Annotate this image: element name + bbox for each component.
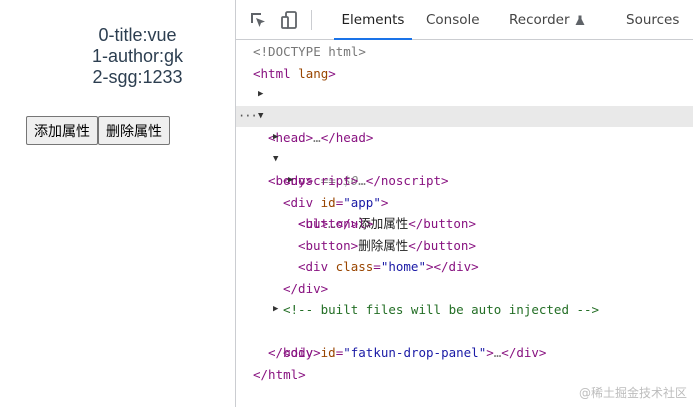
- tree-row-div-home[interactable]: <div class="home"></div>: [236, 235, 693, 274]
- add-property-button[interactable]: 添加属性: [26, 116, 98, 145]
- tab-console[interactable]: Console: [426, 0, 480, 40]
- property-list: 0-title:vue 1-author:gk 2-sgg:1233: [0, 25, 275, 88]
- tab-label: Sources: [626, 12, 680, 28]
- expand-triangle-icon[interactable]: ▶: [258, 84, 263, 106]
- expand-triangle-icon[interactable]: ▶: [273, 127, 278, 149]
- collapse-triangle-icon[interactable]: ▼: [273, 149, 278, 171]
- more-options-icon[interactable]: ···: [238, 106, 258, 128]
- tree-row-div-app[interactable]: ▼ <div id="app">: [236, 149, 693, 210]
- tab-label: Console: [426, 12, 480, 28]
- toolbar-separator: [311, 10, 312, 30]
- tree-row-head[interactable]: ▶ <head>…</head>: [236, 84, 693, 145]
- flask-icon: [575, 15, 584, 25]
- device-toggle-icon[interactable]: [280, 10, 300, 30]
- inspect-element-icon[interactable]: [248, 10, 268, 30]
- tree-row-doctype[interactable]: <!DOCTYPE html>: [236, 41, 693, 63]
- tree-row-html-close[interactable]: </html>: [236, 342, 693, 382]
- tab-sources[interactable]: Sources: [626, 0, 679, 40]
- list-item: 2-sgg:1233: [92, 67, 183, 87]
- button-group: 添加属性 删除属性: [26, 116, 170, 145]
- tree-row-comment[interactable]: <!-- built files will be auto injected -…: [236, 278, 693, 317]
- devtools-panel: Elements Console Recorder Sources <!DOCT…: [235, 0, 693, 407]
- tab-elements[interactable]: Elements: [334, 0, 412, 40]
- tree-row-div-panel[interactable]: ▶ <div id="fatkun-drop-panel">…</div>: [236, 299, 693, 360]
- remove-property-button[interactable]: 删除属性: [98, 116, 170, 145]
- tree-row-button-add[interactable]: <button>添加属性</button>: [236, 192, 693, 231]
- list-item: 1-author:gk: [91, 46, 184, 66]
- tab-label: Recorder: [509, 12, 570, 28]
- rendered-page: 0-title:vue 1-author:gk 2-sgg:1233 添加属性 …: [0, 0, 235, 407]
- tree-row-ul[interactable]: ▶ <ul>…</ul>: [236, 170, 693, 231]
- tree-row-div-app-close[interactable]: </div>: [236, 256, 693, 296]
- tree-row-html[interactable]: <html lang>: [236, 63, 693, 85]
- expand-triangle-icon[interactable]: ▶: [273, 299, 278, 321]
- active-tab-indicator: [334, 38, 412, 40]
- watermark: @稀土掘金技术社区: [578, 386, 687, 400]
- expand-triangle-icon[interactable]: ▶: [288, 170, 293, 192]
- dom-tree: <!DOCTYPE html> <html lang> ▶ <head>…</h…: [236, 41, 693, 407]
- collapse-triangle-icon[interactable]: ▼: [258, 106, 263, 128]
- tab-label: Elements: [341, 12, 405, 28]
- tree-row-body-selected[interactable]: ··· ▼ <body> == $0: [236, 105, 693, 188]
- tree-row-body-close[interactable]: </body>: [236, 321, 693, 360]
- tab-recorder[interactable]: Recorder: [509, 0, 585, 40]
- list-item: 0-title:vue: [98, 25, 177, 45]
- tree-row-noscript[interactable]: ▶ <noscript>…</noscript>: [236, 127, 693, 188]
- tree-row-button-remove[interactable]: <button>删除属性</button>: [236, 213, 693, 253]
- devtools-toolbar: Elements Console Recorder Sources: [236, 0, 693, 40]
